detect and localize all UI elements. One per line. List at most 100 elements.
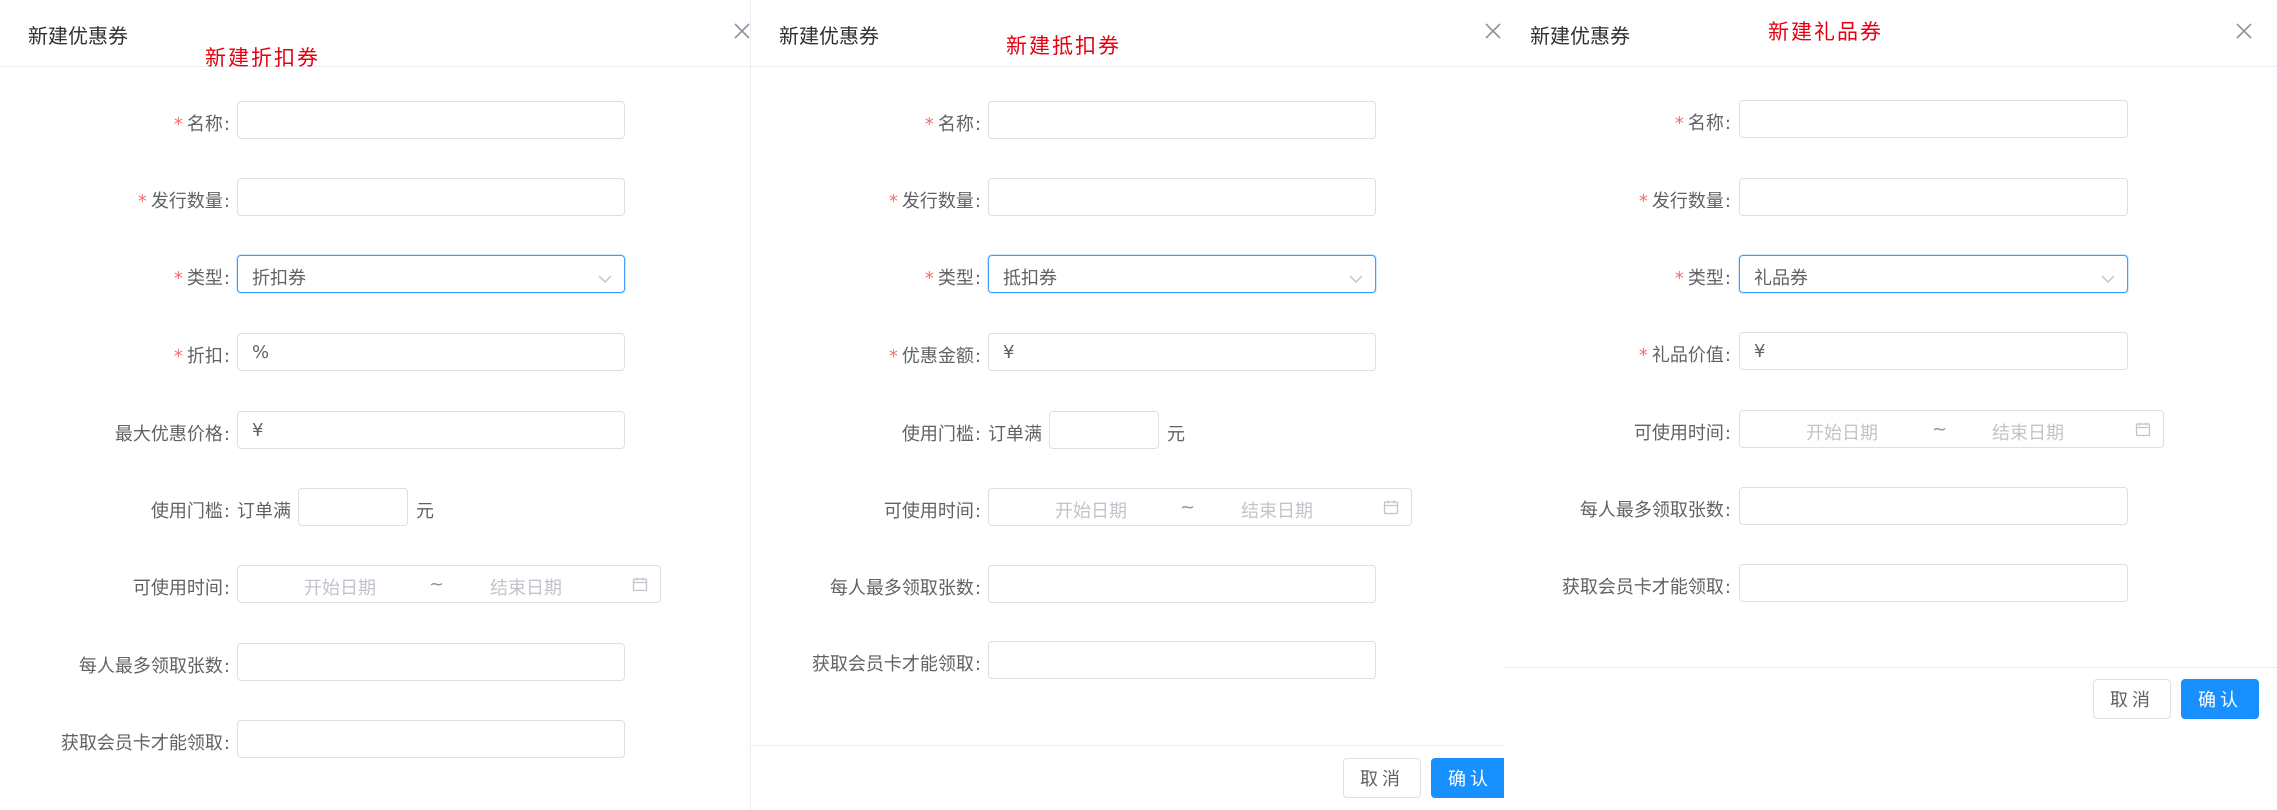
type-select[interactable]: 折扣券 [237,255,625,293]
date-range-picker[interactable]: 开始日期 ~ 结束日期 [237,565,661,603]
amount-label: * 优惠金额: [888,346,981,367]
time-label: 可使用时间: [132,578,230,599]
type-select-value: 抵扣券 [1003,268,1057,289]
member-card-input[interactable] [1739,564,2128,602]
name-label: * 名称: [173,114,230,135]
form-item-type: * 类型: [1504,255,1731,295]
name-label: * 名称: [1674,113,1731,134]
calendar-icon [632,576,648,597]
type-select[interactable]: 礼品券 [1739,255,2128,293]
form-item-time: 可使用时间: [751,488,981,528]
threshold-label: 使用门槛: [901,424,981,445]
annotation-text: 新建抵扣券 [1006,34,1121,58]
per-user-limit-input[interactable] [1739,487,2128,525]
form-item-max-price: 最大优惠价格: [0,411,230,451]
member-label: 获取会员卡才能领取: [60,733,230,754]
end-date-input[interactable]: 结束日期 [1992,419,2064,445]
form-item-gift-value: * 礼品价值: [1504,332,1731,372]
dialog-title: 新建优惠券 [779,24,879,48]
name-input[interactable] [237,101,625,139]
member-label: 获取会员卡才能领取: [1561,577,1731,598]
form-item-threshold: 使用门槛: [0,488,230,528]
calendar-icon [2135,421,2151,442]
quantity-input[interactable] [1739,178,2128,216]
name-input[interactable] [1739,100,2128,138]
amount-input[interactable]: ¥ [988,333,1376,371]
start-date-input[interactable]: 开始日期 [1055,497,1127,523]
range-separator: ~ [429,574,445,595]
range-separator: ~ [1932,419,1948,440]
form-item-member: 获取会员卡才能领取: [1504,564,1731,604]
chevron-down-icon [2101,268,2115,289]
form-item-name: * 名称: [0,101,230,141]
yen-prefix: ¥ [252,420,264,441]
per-user-label: 每人最多领取张数: [829,578,981,599]
annotation-text: 新建礼品券 [1768,20,1883,44]
threshold-suffix: 元 [1167,424,1185,445]
dialog-header: 新建优惠券 新建抵扣券 [751,0,1507,67]
threshold-prefix: 订单满 [237,501,291,522]
time-label: 可使用时间: [883,501,981,522]
quantity-input[interactable] [237,178,625,216]
cancel-button[interactable]: 取消 [1343,758,1421,798]
name-label: * 名称: [924,114,981,135]
discount-input[interactable]: % [237,333,625,371]
form-item-name: * 名称: [751,101,981,141]
per-user-label: 每人最多领取张数: [1579,500,1731,521]
per-user-limit-input[interactable] [988,565,1376,603]
threshold-prefix: 订单满 [988,424,1042,445]
confirm-button[interactable]: 确认 [1431,758,1509,798]
threshold-suffix: 元 [416,501,434,522]
close-icon[interactable] [2231,18,2257,44]
form-item-quantity: * 发行数量: [751,178,981,218]
form-item-type: * 类型: [751,255,981,295]
yen-prefix: ¥ [1754,341,1766,362]
quantity-input[interactable] [988,178,1376,216]
confirm-button[interactable]: 确认 [2181,679,2259,719]
threshold-input[interactable] [298,488,408,526]
start-date-input[interactable]: 开始日期 [1806,419,1878,445]
cancel-button[interactable]: 取消 [2093,679,2171,719]
type-select[interactable]: 抵扣券 [988,255,1376,293]
type-label: * 类型: [1674,268,1731,289]
form-item-time: 可使用时间: [0,565,230,605]
form-item-per-user: 每人最多领取张数: [0,643,230,683]
form-item-per-user: 每人最多领取张数: [1504,487,1731,527]
close-icon[interactable] [1480,18,1506,44]
form-item-per-user: 每人最多领取张数: [751,565,981,605]
dialog-title: 新建优惠券 [1530,24,1630,48]
form-item-amount: * 优惠金额: [751,333,981,373]
gift-value-label: * 礼品价值: [1638,345,1731,366]
range-separator: ~ [1180,497,1196,518]
type-label: * 类型: [924,268,981,289]
deduction-coupon-dialog: 新建优惠券 新建抵扣券 * 名称: * 发行数量: * 类型: 抵扣券 * 优惠金额: … [750,0,1509,810]
dialog-title: 新建优惠券 [28,24,128,48]
end-date-input[interactable]: 结束日期 [490,574,562,600]
gift-coupon-dialog: 新建优惠券 新建礼品券 * 名称: * 发行数量: * 类型: 礼品券 * 礼品价值: … [1504,0,2277,810]
form-item-time: 可使用时间: [1504,410,1731,450]
chevron-down-icon [598,268,612,289]
form-item-discount: * 折扣: [0,333,230,373]
member-card-input[interactable] [237,720,625,758]
date-range-picker[interactable]: 开始日期 ~ 结束日期 [988,488,1412,526]
chevron-down-icon [1349,268,1363,289]
type-label: * 类型: [173,268,230,289]
calendar-icon [1383,499,1399,520]
time-label: 可使用时间: [1633,423,1731,444]
threshold-input[interactable] [1049,411,1159,449]
name-input[interactable] [988,101,1376,139]
gift-value-input[interactable]: ¥ [1739,332,2128,370]
end-date-input[interactable]: 结束日期 [1241,497,1313,523]
type-select-value: 折扣券 [252,268,306,289]
member-card-input[interactable] [988,641,1376,679]
discount-coupon-dialog: 新建优惠券 新建折扣券 * 名称: * 发行数量: * 类型: 折扣券 * 折扣: % … [0,0,750,810]
footer-divider [1504,667,2277,668]
dialog-header: 新建优惠券 新建礼品券 [1504,0,2277,67]
start-date-input[interactable]: 开始日期 [304,574,376,600]
date-range-picker[interactable]: 开始日期 ~ 结束日期 [1739,410,2164,448]
max-price-input[interactable]: ¥ [237,411,625,449]
footer-divider [751,745,1507,746]
form-item-name: * 名称: [1504,100,1731,140]
per-user-limit-input[interactable] [237,643,625,681]
annotation-text: 新建折扣券 [205,46,320,70]
